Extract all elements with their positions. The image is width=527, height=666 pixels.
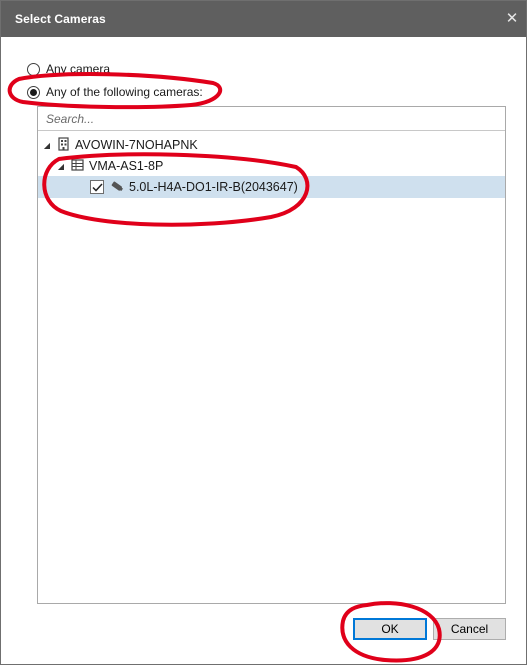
chevron-down-icon[interactable]: ◢ xyxy=(41,141,53,150)
ok-button[interactable]: OK xyxy=(353,618,427,640)
radio-any-camera[interactable]: Any camera xyxy=(27,62,110,76)
camera-icon xyxy=(111,180,124,194)
select-cameras-dialog: Select Cameras ✕ Any camera Any of the f… xyxy=(0,0,527,665)
radio-following-cameras[interactable]: Any of the following cameras: xyxy=(27,85,203,99)
appliance-icon xyxy=(71,158,84,174)
search-input[interactable]: Search... xyxy=(38,107,505,131)
checkmark-icon xyxy=(91,182,103,192)
tree-item-server[interactable]: ◢ AVOWIN-7NOHAPNK xyxy=(38,134,505,156)
camera-label: 5.0L-H4A-DO1-IR-B(2043647) xyxy=(129,180,298,194)
radio-any-camera-label: Any camera xyxy=(46,62,111,76)
camera-checkbox[interactable] xyxy=(90,180,104,194)
radio-button[interactable] xyxy=(27,62,40,76)
chevron-down-icon[interactable]: ◢ xyxy=(55,162,67,171)
tree-item-camera[interactable]: 5.0L-H4A-DO1-IR-B(2043647) xyxy=(38,176,505,198)
close-icon[interactable]: ✕ xyxy=(498,5,526,33)
server-label: AVOWIN-7NOHAPNK xyxy=(75,138,198,152)
dialog-title: Select Cameras xyxy=(15,12,106,26)
appliance-label: VMA-AS1-8P xyxy=(89,159,164,173)
radio-button-selected[interactable] xyxy=(27,85,40,99)
camera-tree-panel: Search... ◢ AVOWIN-7NOHAPNK ◢ VMA-AS1-8P… xyxy=(37,106,506,604)
title-bar[interactable]: Select Cameras ✕ xyxy=(1,1,526,37)
tree-item-appliance[interactable]: ◢ VMA-AS1-8P xyxy=(38,155,505,177)
server-building-icon xyxy=(57,136,70,154)
radio-following-cameras-label: Any of the following cameras: xyxy=(46,85,203,99)
cancel-button[interactable]: Cancel xyxy=(433,618,506,640)
